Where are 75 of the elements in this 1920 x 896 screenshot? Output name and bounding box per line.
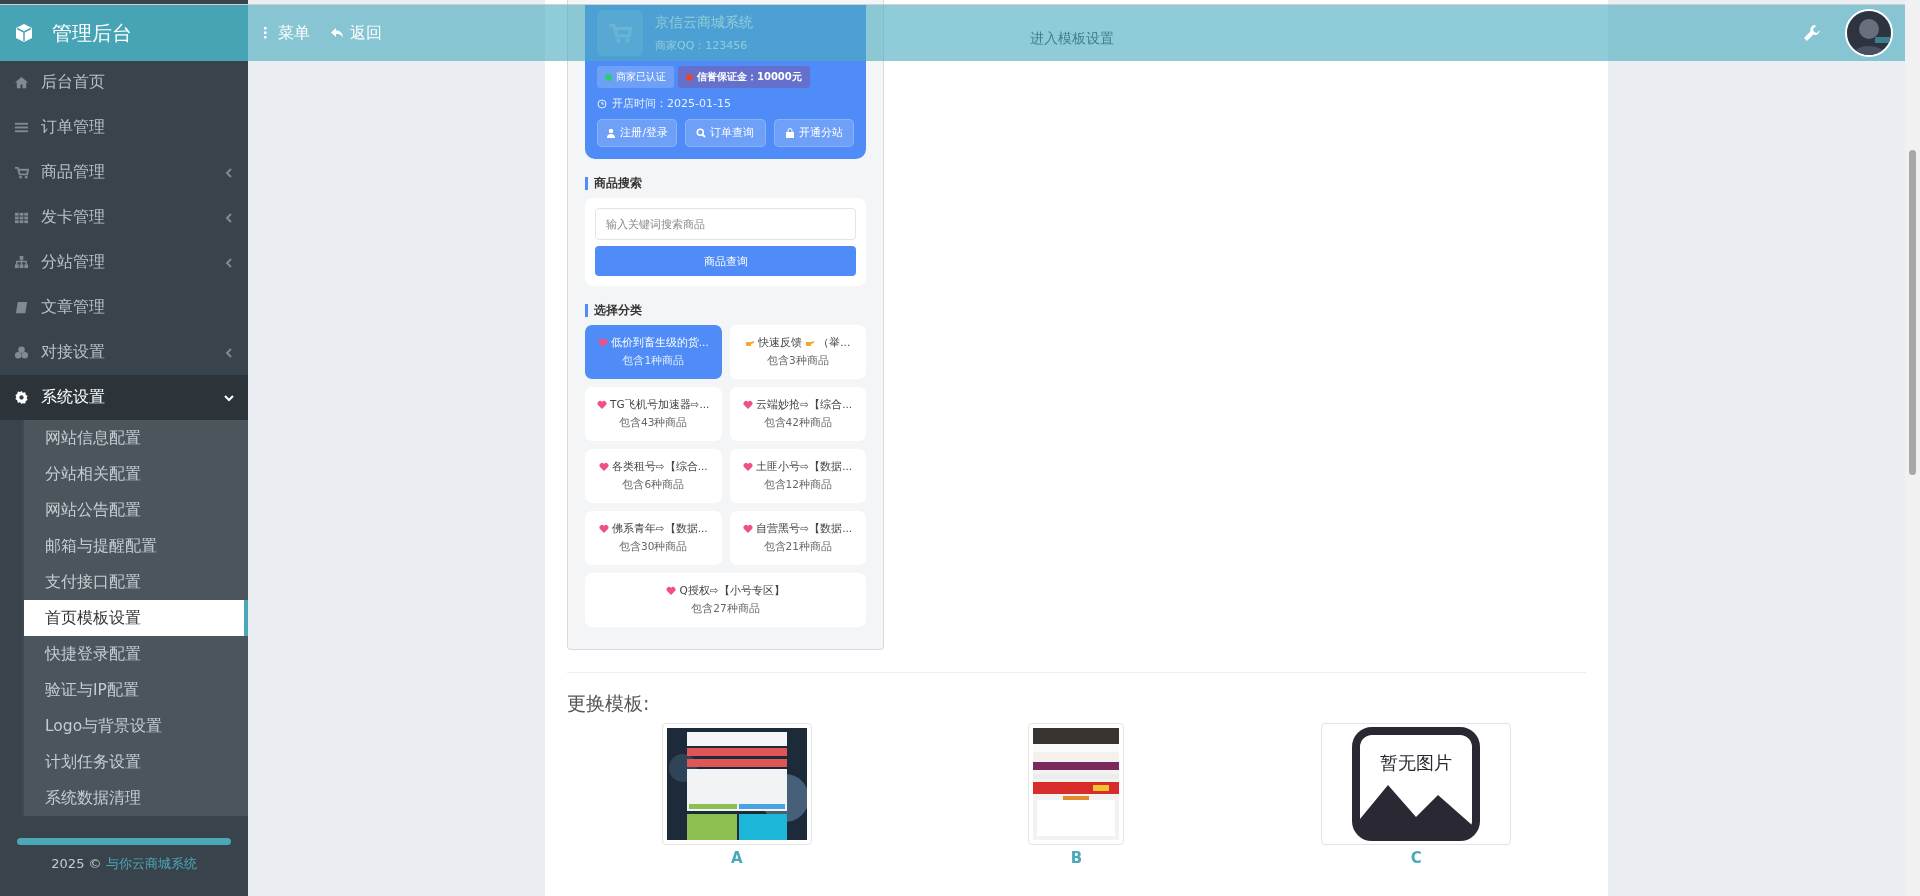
clock-icon bbox=[597, 98, 607, 109]
submenu-item[interactable]: 分站相关配置 bbox=[24, 456, 248, 492]
copyright-text: 2025 © 与你云商城系统 bbox=[51, 855, 197, 873]
sidebar-item[interactable]: 商品管理 bbox=[0, 150, 248, 195]
placeholder-text: 暂无图片 bbox=[1379, 751, 1454, 775]
sidebar-item[interactable]: 文章管理 bbox=[0, 285, 248, 330]
submenu-item[interactable]: Logo与背景设置 bbox=[24, 708, 248, 744]
search-field[interactable]: 输入关键词搜索商品 bbox=[595, 208, 856, 240]
submenu-item[interactable]: 支付接口配置 bbox=[24, 564, 248, 600]
sidebar-item[interactable]: 对接设置 bbox=[0, 330, 248, 375]
template-thumbnail[interactable]: 暂无图片 bbox=[1321, 723, 1512, 845]
section-title: 商品搜索 bbox=[585, 177, 866, 190]
book-icon bbox=[14, 300, 29, 315]
brand-title: 管理后台 bbox=[52, 19, 132, 47]
shop-badge: 信誉保证金：10000元 bbox=[678, 66, 810, 88]
sidebar-item[interactable]: 分站管理 bbox=[0, 240, 248, 285]
heart-icon bbox=[597, 400, 608, 410]
category-card[interactable]: 佛系青年⇨【数据... 包含30种商品 bbox=[585, 511, 722, 565]
section-title: 更换模板: bbox=[567, 691, 651, 716]
cube-icon bbox=[14, 23, 34, 43]
action-button[interactable]: 注册/登录 bbox=[597, 119, 678, 147]
search-button[interactable]: 商品查询 bbox=[595, 246, 856, 276]
submenu-item[interactable]: 首页模板设置 bbox=[24, 600, 248, 636]
list-icon bbox=[14, 120, 29, 135]
heart-icon bbox=[598, 524, 609, 534]
submenu-item[interactable]: 邮箱与提醒配置 bbox=[24, 528, 248, 564]
grid-icon bbox=[14, 210, 29, 225]
heart-icon bbox=[597, 338, 608, 348]
action-button[interactable]: 订单查询 bbox=[685, 119, 766, 147]
shop-badge: 商家已认证 bbox=[597, 66, 674, 88]
hand-icon bbox=[745, 338, 756, 348]
image-placeholder-icon bbox=[1352, 727, 1481, 841]
heart-icon bbox=[598, 462, 609, 472]
footer-link[interactable]: 与你云商城系统 bbox=[105, 856, 197, 871]
submenu-item[interactable]: 网站信息配置 bbox=[24, 420, 248, 456]
search-icon bbox=[696, 128, 707, 138]
settings-icon bbox=[14, 390, 29, 405]
user-icon bbox=[606, 128, 617, 138]
bag-icon bbox=[784, 128, 795, 138]
open-date: 开店时间：2025-01-15 bbox=[612, 96, 731, 111]
scrollbar[interactable] bbox=[1905, 0, 1920, 896]
submenu-item[interactable]: 快捷登录配置 bbox=[24, 636, 248, 672]
category-card[interactable]: 低价到畜生级的货... 包含1种商品 bbox=[585, 325, 722, 379]
shop-name: 京信云商城系统 bbox=[655, 13, 753, 32]
submenu-item[interactable]: 系统数据清理 bbox=[24, 780, 248, 816]
hand-icon bbox=[805, 338, 816, 348]
template-label: C bbox=[1410, 849, 1422, 867]
cubes-icon bbox=[14, 345, 29, 360]
sitemap-icon bbox=[14, 255, 29, 270]
category-card[interactable]: 自营黑号⇨【数据... 包含21种商品 bbox=[729, 511, 866, 565]
template-label: B bbox=[1070, 849, 1083, 867]
heart-icon bbox=[666, 586, 677, 596]
submenu-item[interactable]: 验证与IP配置 bbox=[24, 672, 248, 708]
category-card[interactable]: 土匪小号⇨【数据... 包含12种商品 bbox=[729, 449, 866, 503]
category-card[interactable]: Q授权⇨【小号专区】 包含27种商品 bbox=[585, 573, 866, 627]
action-button[interactable]: 开通分站 bbox=[773, 119, 854, 147]
sidebar-item[interactable]: 发卡管理 bbox=[0, 195, 248, 240]
category-card[interactable]: 各类租号⇨【综合... 包含6种商品 bbox=[585, 449, 722, 503]
category-card[interactable]: 快速反馈 （举... 包含3种商品 bbox=[729, 325, 866, 379]
sidebar-item[interactable]: 系统设置 bbox=[0, 375, 248, 420]
heart-icon bbox=[743, 462, 754, 472]
heart-icon bbox=[743, 524, 754, 534]
submenu-item[interactable]: 计划任务设置 bbox=[24, 744, 248, 780]
section-title: 选择分类 bbox=[585, 304, 866, 317]
sidebar-item[interactable]: 订单管理 bbox=[0, 105, 248, 150]
template-settings-link[interactable]: 进入模板设置 bbox=[1030, 30, 1114, 48]
home-icon bbox=[14, 75, 29, 90]
cart-icon bbox=[14, 165, 29, 180]
heart-icon bbox=[743, 400, 754, 410]
category-card[interactable]: 云端妙抢⇨【综合... 包含42种商品 bbox=[729, 387, 866, 441]
sidebar-item[interactable]: 后台首页 bbox=[0, 60, 248, 105]
category-card[interactable]: TG飞机号加速器⇨... 包含43种商品 bbox=[585, 387, 722, 441]
back-arrow-icon bbox=[330, 26, 344, 40]
template-label: A bbox=[731, 849, 743, 867]
submenu-item[interactable]: 网站公告配置 bbox=[24, 492, 248, 528]
